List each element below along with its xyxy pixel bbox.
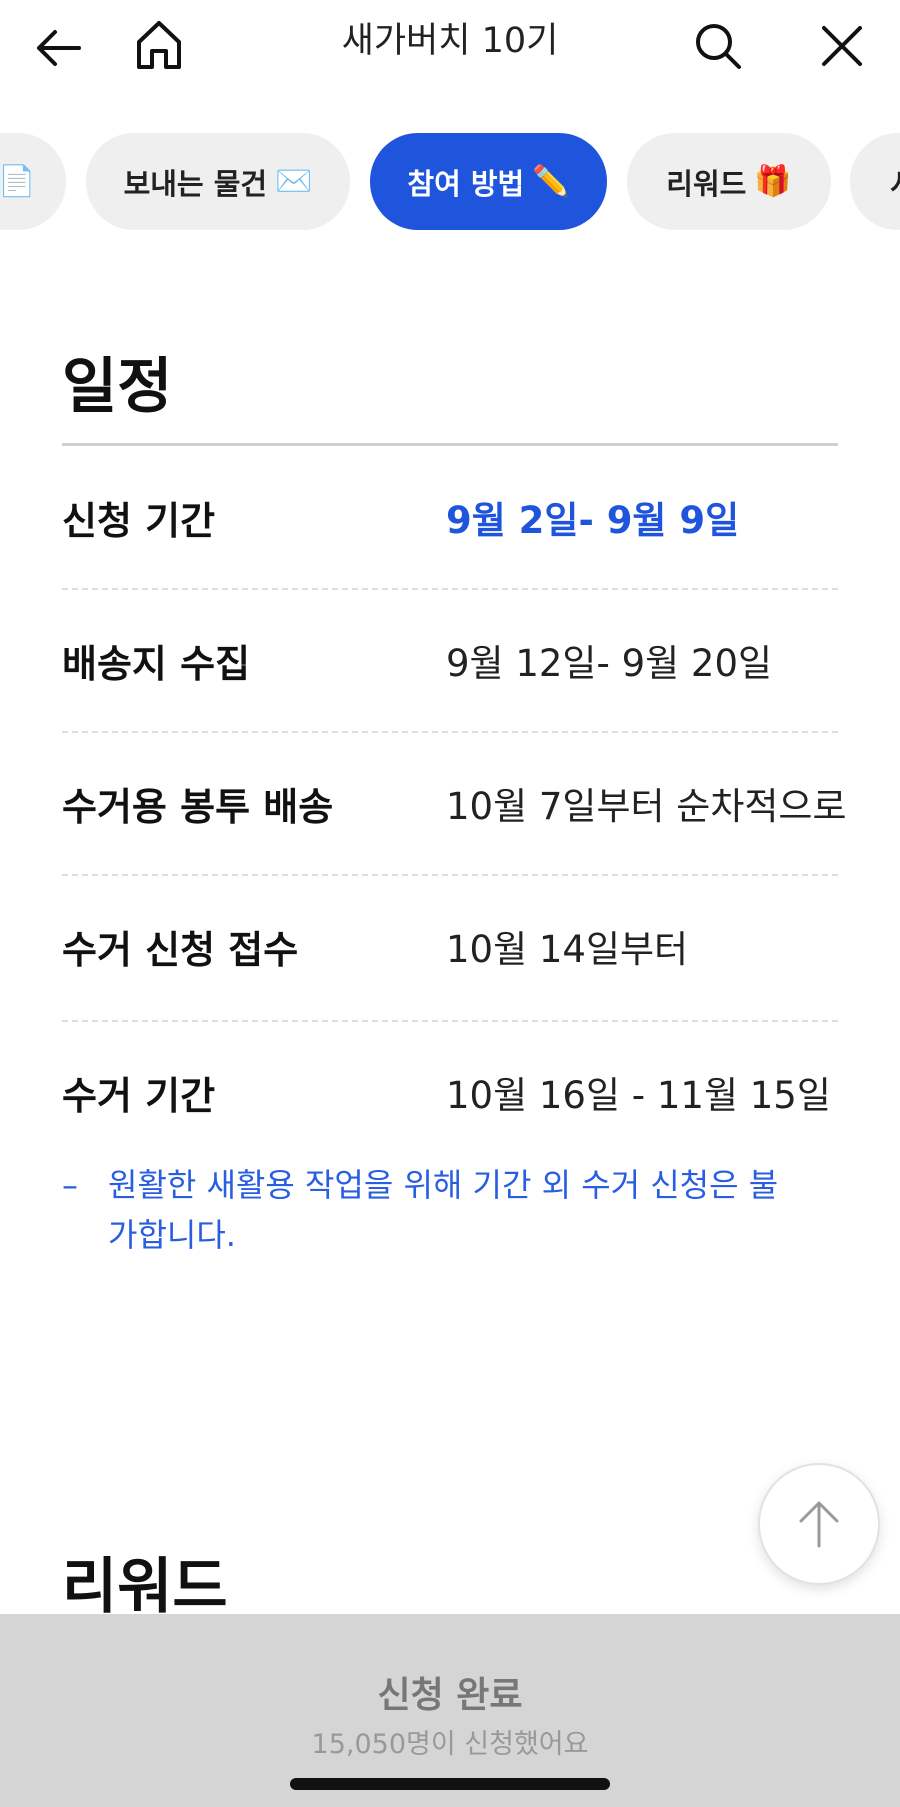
close-icon [822,26,862,66]
tab-how-to-participate[interactable]: 참여 방법 ✏️ [370,133,607,230]
home-icon [137,21,181,69]
tab-bar: 📄 보내는 물건 ✉️ 참여 방법 ✏️ 리워드 🎁 시 [0,133,900,230]
search-icon [696,24,741,69]
schedule-row-application-period: 신청 기간 9월 2일- 9월 9일 [62,446,838,588]
row-value: 9월 2일- 9월 9일 [446,499,740,542]
close-button[interactable] [812,16,872,76]
tab-reward[interactable]: 리워드 🎁 [627,133,831,230]
row-label: 배송지 수집 [62,641,251,686]
applicant-count: 15,050명이 신청했어요 [311,1729,589,1760]
note-dash: – [62,1166,78,1204]
row-value: 10월 7일부터 순차적으로 [446,785,847,828]
gift-icon: 🎁 [754,164,792,199]
tab-label: 시 [890,161,900,203]
row-value: 10월 16일 - 11월 15일 [446,1074,831,1117]
tab-next[interactable]: 시 [850,133,900,230]
schedule-note: – 원활한 새활용 작업을 위해 기간 외 수거 신청은 불가합니다. [62,1160,802,1260]
row-value: 10월 14일부터 [446,928,689,971]
tab-label: 리워드 [666,166,747,201]
schedule-row-pickup-period: 수거 기간 10월 16일 - 11월 15일 [62,1021,838,1163]
apply-button[interactable]: 신청 완료 15,050명이 신청했어요 [0,1614,900,1807]
row-label: 신청 기간 [62,498,216,543]
tab-label: 참여 방법 [407,166,525,201]
schedule-row-pickup-request: 수거 신청 접수 10월 14일부터 [62,875,838,1017]
apply-button-label: 신청 완료 [377,1675,523,1716]
schedule-row-address-collection: 배송지 수집 9월 12일- 9월 20일 [62,589,838,731]
envelope-icon: ✉️ [275,164,313,199]
note-text: 원활한 새활용 작업을 위해 기간 외 수거 신청은 불가합니다. [108,1166,779,1254]
tab-label: 보내는 물건 [123,166,268,201]
reward-title: 리워드 [62,1552,228,1622]
home-button[interactable] [130,14,188,76]
row-label: 수거용 봉투 배송 [62,784,334,829]
pencil-icon: ✏️ [532,164,570,199]
arrow-up-icon [799,1501,839,1548]
page: 새가버치 10기 📄 보내는 물건 ✉️ 참여 방법 ✏️ 리워드 🎁 일정 신… [0,0,900,1807]
row-value: 9월 12일- 9월 20일 [446,642,773,685]
search-button[interactable] [688,16,748,76]
arrow-left-icon [37,30,81,66]
schedule-row-bag-delivery: 수거용 봉투 배송 10월 7일부터 순차적으로 [62,732,847,874]
document-icon: 📄 [0,164,36,199]
schedule-title: 일정 [62,352,173,422]
top-bar: 새가버치 10기 [0,0,900,95]
tab-items-to-send[interactable]: 보내는 물건 ✉️ [86,133,350,230]
home-indicator [290,1778,610,1790]
page-title: 새가버치 10기 [341,21,559,61]
tab-document[interactable]: 📄 [0,133,66,230]
row-label: 수거 기간 [62,1073,216,1118]
row-label: 수거 신청 접수 [62,927,299,972]
back-button[interactable] [28,18,88,78]
scroll-to-top-button[interactable] [758,1463,880,1585]
